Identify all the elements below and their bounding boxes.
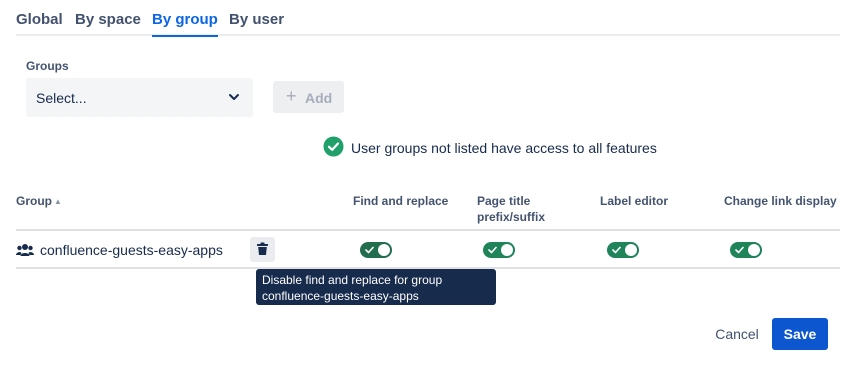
toggle-knob: [625, 244, 637, 256]
toggle-knob: [501, 244, 513, 256]
sort-icon: ▲︎: [54, 197, 62, 206]
toggle-page-title[interactable]: [483, 242, 515, 258]
tab-bar: Global By space By group By user: [16, 0, 840, 37]
toggle-find-replace[interactable]: [360, 242, 392, 258]
column-header-page-title: Page title prefix/suffix: [477, 194, 546, 224]
toggle-change-link[interactable]: [730, 242, 762, 258]
column-header-change-link: Change link display: [724, 194, 837, 208]
column-header-group-label: Group: [16, 194, 52, 208]
tab-by-user[interactable]: By user: [229, 11, 284, 28]
add-button-label: Add: [305, 90, 333, 106]
groups-field-label: Groups: [26, 59, 69, 73]
toggle-knob: [378, 244, 390, 256]
notice-text: User groups not listed have access to al…: [351, 140, 657, 156]
check-icon: [365, 246, 374, 254]
groups-select-value: Select...: [36, 90, 87, 106]
groups-select[interactable]: Select...: [26, 78, 253, 117]
toggle-knob: [748, 244, 760, 256]
check-circle-icon: [323, 136, 344, 157]
check-icon: [735, 246, 744, 254]
column-header-find-replace: Find and replace: [353, 194, 449, 208]
column-header-group[interactable]: Group ▲︎: [16, 193, 62, 210]
save-button[interactable]: Save: [772, 318, 828, 350]
tooltip: Disable find and replace for group confl…: [256, 269, 496, 305]
tab-global[interactable]: Global: [16, 11, 63, 28]
add-group-button[interactable]: + Add: [273, 81, 344, 113]
table-header-divider: [16, 229, 840, 231]
tab-by-space[interactable]: By space: [75, 11, 141, 28]
trash-icon: [257, 242, 268, 255]
tab-by-group[interactable]: By group: [152, 11, 218, 37]
delete-group-button[interactable]: [250, 237, 275, 262]
toggle-label-editor[interactable]: [607, 242, 639, 258]
group-name: confluence-guests-easy-apps: [40, 242, 223, 258]
check-icon: [488, 246, 497, 254]
people-icon: [16, 244, 34, 256]
check-icon: [612, 246, 621, 254]
cancel-button[interactable]: Cancel: [709, 318, 765, 350]
plus-icon: +: [286, 86, 297, 106]
chevron-down-icon: [229, 94, 239, 100]
column-header-label-editor: Label editor: [600, 194, 669, 208]
